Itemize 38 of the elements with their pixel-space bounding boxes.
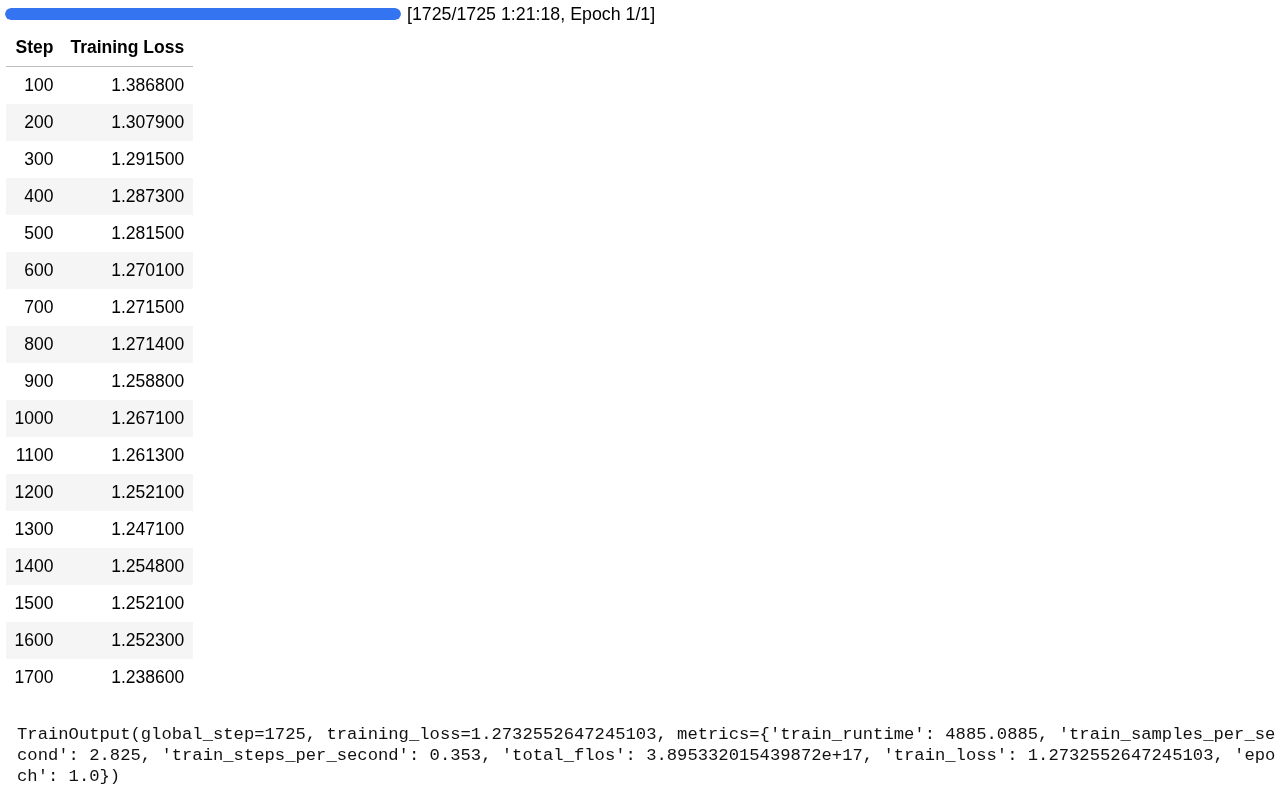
- table-cell: 300: [6, 140, 62, 178]
- table-cell: 1.238600: [61, 658, 193, 696]
- table-cell: 1.271500: [61, 288, 193, 326]
- table-cell: 900: [6, 362, 62, 400]
- output-text: TrainOutput(global_step=1725, training_loss=1.2732552647245103, metrics={'train_runtime': 4885.0885, 'train_samples_per_second': 2.825, 'train_steps_per_second': 0.353, 'total_flos': 3.895332015439872e+17, 'train_loss': 1.2732552647245103, 'epoch': 1.0}): [17, 723, 1276, 787]
- table-cell: 1.271400: [61, 325, 193, 363]
- table-cell: 1300: [6, 510, 62, 548]
- table-cell: 1500: [6, 584, 62, 622]
- table-cell: 800: [6, 325, 62, 363]
- table-cell: 1.258800: [61, 362, 193, 400]
- table-cell: 1.267100: [61, 399, 193, 437]
- table-cell: 1600: [6, 621, 62, 659]
- table-cell: 1.281500: [61, 214, 193, 252]
- progress-label: [1725/1725 1:21:18, Epoch 1/1]: [407, 3, 656, 25]
- table-cell: 400: [6, 177, 62, 215]
- table-cell: 200: [6, 103, 62, 141]
- table-cell: 1200: [6, 473, 62, 511]
- table-cell: 1.307900: [61, 103, 193, 141]
- table-cell: 500: [6, 214, 62, 252]
- table-cell: 1.287300: [61, 177, 193, 215]
- table-cell: 1.291500: [61, 140, 193, 178]
- column-header: Training Loss: [61, 29, 193, 67]
- table-cell: 700: [6, 288, 62, 326]
- table-cell: 1.252100: [61, 584, 193, 622]
- table-cell: 1400: [6, 547, 62, 585]
- table-cell: 1.247100: [61, 510, 193, 548]
- table-cell: 100: [6, 66, 62, 104]
- table-cell: 1700: [6, 658, 62, 696]
- table-cell: 1.270100: [61, 251, 193, 289]
- table-cell: 1.252100: [61, 473, 193, 511]
- table-cell: 1100: [6, 436, 62, 474]
- table-cell: 1.386800: [61, 66, 193, 104]
- table-cell: 1.254800: [61, 547, 193, 585]
- table-cell: 600: [6, 251, 62, 289]
- table-cell: 1.252300: [61, 621, 193, 659]
- table-cell: 1.261300: [61, 436, 193, 474]
- table-cell: 1000: [6, 399, 62, 437]
- column-header: Step: [6, 29, 62, 67]
